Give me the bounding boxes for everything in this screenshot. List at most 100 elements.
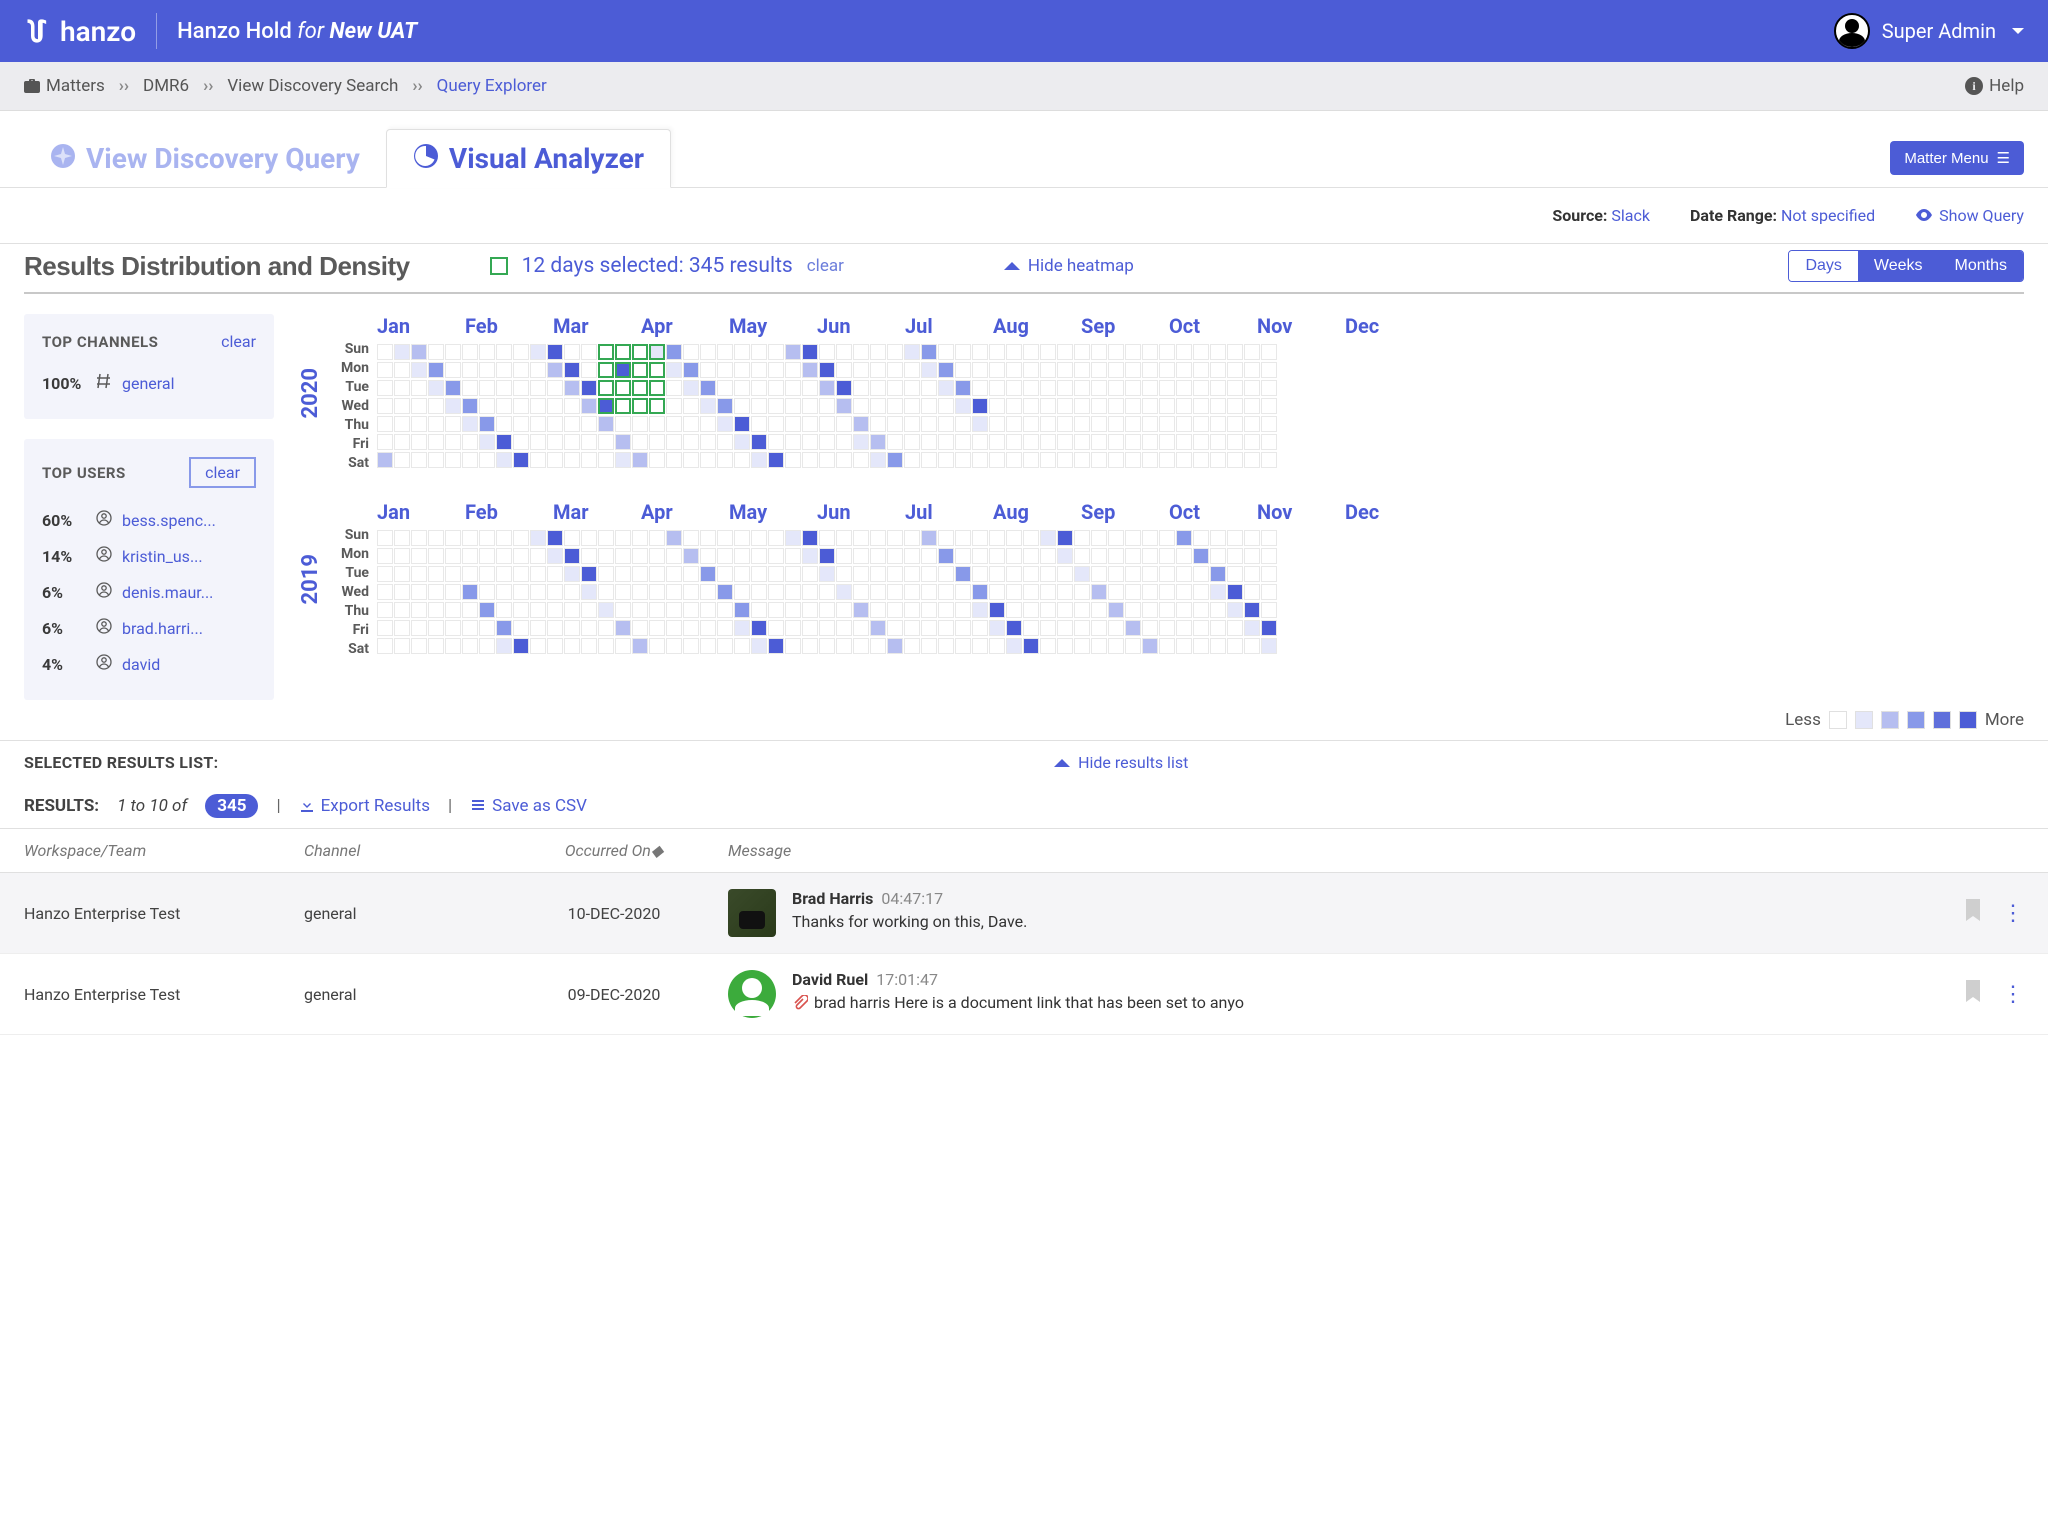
heatmap-cell[interactable] [870, 638, 886, 654]
table-row[interactable]: Hanzo Enterprise Test general 10-DEC-202… [0, 873, 2048, 954]
heatmap-cell[interactable] [972, 434, 988, 450]
heatmap-cell[interactable] [1142, 566, 1158, 582]
heatmap-cell[interactable] [1142, 530, 1158, 546]
heatmap-cell[interactable] [853, 452, 869, 468]
heatmap-cell[interactable] [887, 584, 903, 600]
heatmap-cell[interactable] [377, 584, 393, 600]
heatmap-cell[interactable] [428, 566, 444, 582]
heatmap-cell[interactable] [751, 584, 767, 600]
heatmap-cell[interactable] [1074, 416, 1090, 432]
heatmap-cell[interactable] [377, 638, 393, 654]
heatmap-cell[interactable] [1006, 638, 1022, 654]
heatmap-cell[interactable] [1108, 452, 1124, 468]
heatmap-cell[interactable] [1074, 548, 1090, 564]
month-label[interactable]: Aug [993, 500, 1081, 524]
heatmap-cell[interactable] [700, 434, 716, 450]
heatmap-cell[interactable] [581, 566, 597, 582]
heatmap-cell[interactable] [666, 362, 682, 378]
heatmap-cell[interactable] [904, 566, 920, 582]
heatmap-cell[interactable] [564, 344, 580, 360]
heatmap-cell[interactable] [394, 344, 410, 360]
heatmap-cell[interactable] [394, 602, 410, 618]
heatmap-cell[interactable] [768, 416, 784, 432]
heatmap-cell[interactable] [955, 452, 971, 468]
heatmap-cell[interactable] [445, 398, 461, 414]
heatmap-cell[interactable] [768, 362, 784, 378]
heatmap-cell[interactable] [955, 416, 971, 432]
heatmap-cell[interactable] [1176, 452, 1192, 468]
heatmap-cell[interactable] [802, 620, 818, 636]
heatmap-cell[interactable] [1159, 362, 1175, 378]
heatmap-cell[interactable] [1159, 416, 1175, 432]
heatmap-cell[interactable] [819, 584, 835, 600]
toggle-weeks[interactable]: Weeks [1858, 251, 1939, 281]
heatmap-cell[interactable] [972, 638, 988, 654]
heatmap-cell[interactable] [1176, 362, 1192, 378]
heatmap-cell[interactable] [615, 548, 631, 564]
heatmap-cell[interactable] [1159, 452, 1175, 468]
heatmap-cell[interactable] [1176, 638, 1192, 654]
heatmap-cell[interactable] [887, 398, 903, 414]
month-label[interactable]: May [729, 314, 817, 338]
heatmap-cell[interactable] [1159, 638, 1175, 654]
heatmap-cell[interactable] [1193, 638, 1209, 654]
heatmap-cell[interactable] [1176, 620, 1192, 636]
heatmap-cell[interactable] [972, 602, 988, 618]
heatmap-cell[interactable] [989, 530, 1005, 546]
heatmap-cell[interactable] [785, 362, 801, 378]
heatmap-cell[interactable] [615, 416, 631, 432]
heatmap-cell[interactable] [1159, 530, 1175, 546]
heatmap-cell[interactable] [462, 416, 478, 432]
heatmap-cell[interactable] [632, 344, 648, 360]
heatmap-cell[interactable] [853, 548, 869, 564]
heatmap-cell[interactable] [683, 548, 699, 564]
heatmap-cell[interactable] [496, 584, 512, 600]
heatmap-cell[interactable] [938, 530, 954, 546]
heatmap-cell[interactable] [411, 602, 427, 618]
heatmap-cell[interactable] [1074, 584, 1090, 600]
heatmap-cell[interactable] [802, 398, 818, 414]
heatmap-cell[interactable] [989, 584, 1005, 600]
heatmap-cell[interactable] [632, 602, 648, 618]
heatmap-cell[interactable] [1057, 362, 1073, 378]
heatmap-cell[interactable] [1040, 584, 1056, 600]
date-range-value[interactable]: Not specified [1781, 206, 1875, 225]
heatmap-cell[interactable] [411, 620, 427, 636]
heatmap-cell[interactable] [1074, 362, 1090, 378]
heatmap-cell[interactable] [1227, 362, 1243, 378]
heatmap-cell[interactable] [683, 584, 699, 600]
heatmap-cell[interactable] [904, 362, 920, 378]
heatmap-cell[interactable] [1159, 434, 1175, 450]
heatmap-cell[interactable] [428, 344, 444, 360]
heatmap-cell[interactable] [581, 584, 597, 600]
heatmap-cell[interactable] [649, 566, 665, 582]
heatmap-cell[interactable] [598, 452, 614, 468]
heatmap-cell[interactable] [1057, 638, 1073, 654]
heatmap-cell[interactable] [666, 530, 682, 546]
heatmap-cell[interactable] [632, 380, 648, 396]
heatmap-cell[interactable] [1108, 416, 1124, 432]
heatmap-cell[interactable] [1210, 620, 1226, 636]
heatmap-cell[interactable] [683, 566, 699, 582]
month-label[interactable]: Dec [1345, 500, 1433, 524]
heatmap-cell[interactable] [904, 530, 920, 546]
heatmap-cell[interactable] [785, 548, 801, 564]
heatmap-cell[interactable] [1091, 584, 1107, 600]
heatmap-cell[interactable] [1125, 566, 1141, 582]
heatmap-cell[interactable] [904, 398, 920, 414]
heatmap-cell[interactable] [717, 530, 733, 546]
heatmap-cell[interactable] [1261, 398, 1277, 414]
heatmap-cell[interactable] [836, 362, 852, 378]
heatmap-cell[interactable] [921, 380, 937, 396]
heatmap-cell[interactable] [411, 416, 427, 432]
heatmap-cell[interactable] [1244, 452, 1260, 468]
heatmap-cell[interactable] [1176, 584, 1192, 600]
heatmap-cell[interactable] [1176, 566, 1192, 582]
heatmap-cell[interactable] [1057, 566, 1073, 582]
heatmap-cell[interactable] [581, 434, 597, 450]
heatmap-cell[interactable] [632, 620, 648, 636]
heatmap-cell[interactable] [853, 566, 869, 582]
clear-users-link[interactable]: clear [189, 457, 256, 488]
heatmap-cell[interactable] [547, 530, 563, 546]
heatmap-cell[interactable] [1176, 602, 1192, 618]
